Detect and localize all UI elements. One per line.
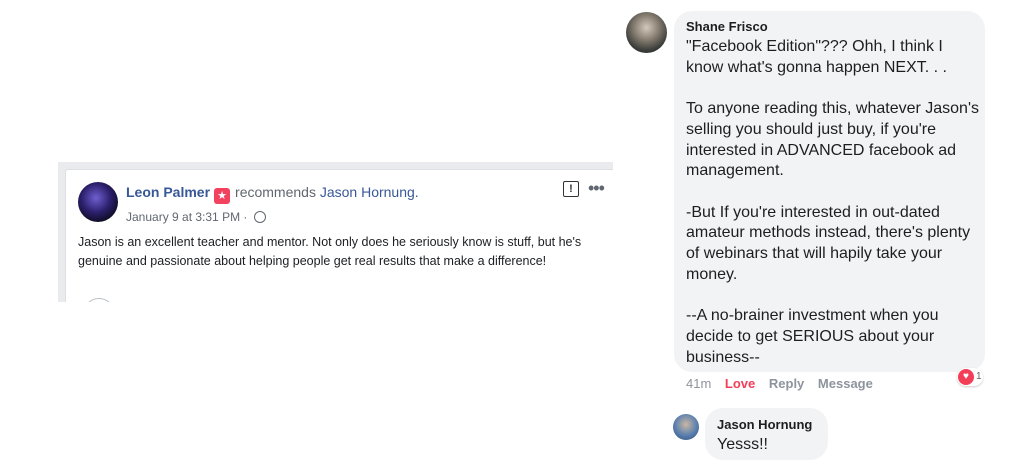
- comment-paragraph: --A no-brainer investment when you decid…: [686, 307, 939, 366]
- comment-time[interactable]: 41m: [686, 376, 711, 391]
- love-button[interactable]: Love: [725, 376, 755, 391]
- reaction-count: 1: [976, 371, 982, 382]
- reply-author[interactable]: Jason Hornung: [717, 417, 812, 432]
- report-icon[interactable]: !: [563, 181, 579, 197]
- comment-author[interactable]: Shane Frisco: [686, 19, 768, 34]
- post-meta: January 9 at 3:31 PM ·: [126, 210, 266, 224]
- commenter-avatar-partial: [83, 298, 115, 302]
- avatar[interactable]: [78, 182, 118, 222]
- comment-bubble: Shane Frisco "Facebook Edition"??? Ohh, …: [674, 11, 985, 372]
- comment-paragraph: "Facebook Edition"??? Ohh, I think I kno…: [686, 38, 947, 76]
- message-button[interactable]: Message: [818, 376, 873, 391]
- reply-bubble: Jason Hornung Yesss!!: [705, 408, 828, 460]
- author-name[interactable]: Leon Palmer: [126, 184, 210, 200]
- reaction-summary[interactable]: ♥ 1: [957, 368, 983, 386]
- avatar[interactable]: [626, 12, 667, 53]
- post-timestamp[interactable]: January 9 at 3:31 PM ·: [126, 210, 251, 224]
- recommends-label: recommends: [235, 184, 316, 200]
- post-header: Leon Palmer ★ recommends Jason Hornung.: [126, 184, 419, 204]
- reply-button[interactable]: Reply: [769, 376, 804, 391]
- comment-text: "Facebook Edition"??? Ohh, I think I kno…: [686, 37, 981, 368]
- recommendation-text: Jason is an excellent teacher and mentor…: [78, 235, 582, 268]
- comment-paragraph: -But If you're interested in out-dated a…: [686, 203, 971, 283]
- comment-actions: 41m Love Reply Message: [686, 376, 883, 391]
- avatar[interactable]: [673, 414, 699, 440]
- comment-paragraph: To anyone reading this, whatever Jason's…: [686, 100, 980, 180]
- more-options-icon[interactable]: •••: [588, 178, 605, 199]
- recommended-page-link[interactable]: Jason Hornung.: [320, 184, 419, 200]
- star-badge-icon: ★: [214, 188, 231, 204]
- reply-text: Yesss!!: [717, 436, 768, 453]
- recommendation-card: Leon Palmer ★ recommends Jason Hornung. Ja…: [65, 169, 613, 302]
- heart-reaction-icon: ♥: [958, 369, 974, 385]
- globe-icon: [253, 211, 266, 223]
- recommendation-post-frame: Leon Palmer ★ recommends Jason Hornung. Ja…: [58, 162, 613, 302]
